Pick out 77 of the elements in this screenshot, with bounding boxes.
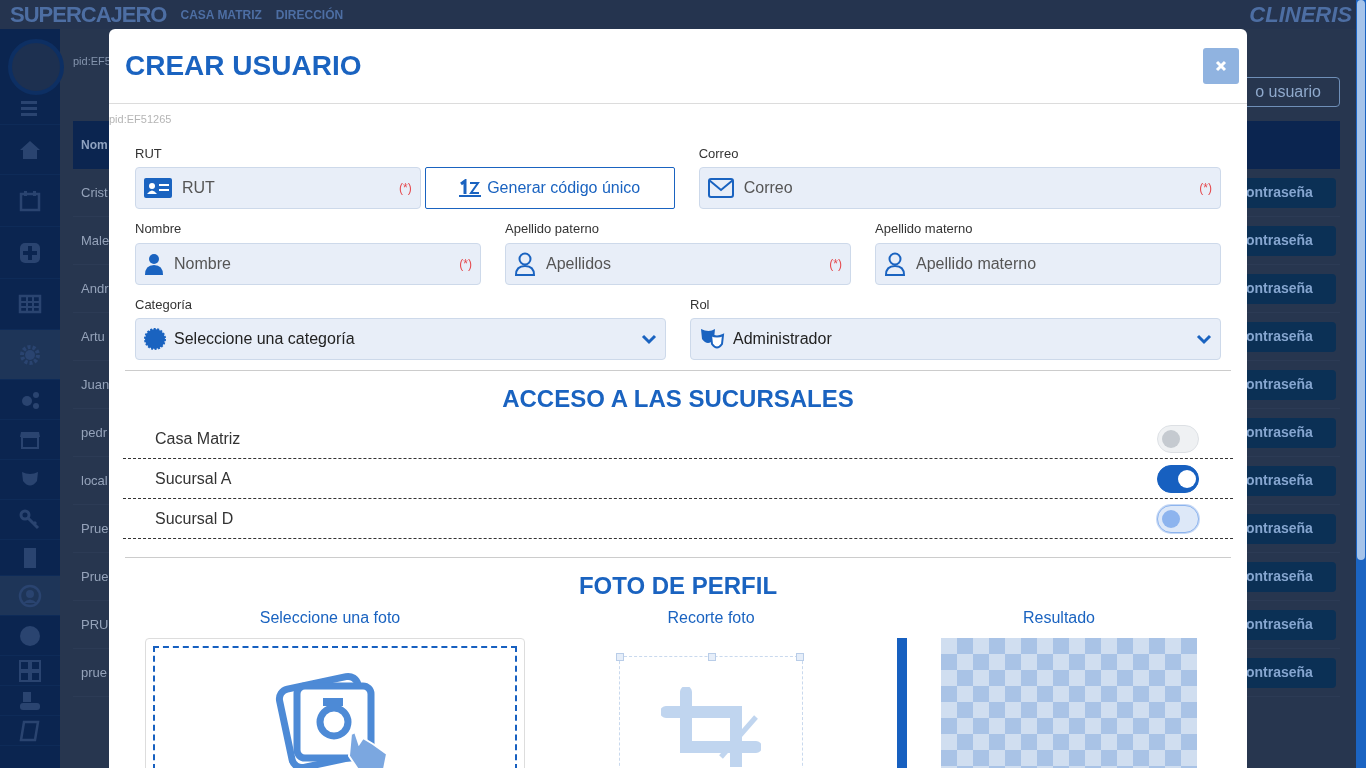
text-input[interactable]: Apellidos [544, 250, 822, 277]
branch-label: Sucursal D [155, 508, 234, 529]
input-field[interactable]: Nombre (*) [135, 242, 481, 285]
field-label: Rol [690, 295, 711, 314]
grid-icon[interactable] [18, 292, 42, 316]
table-cell-text: Juan [81, 375, 110, 394]
column-label: Seleccione una foto [258, 608, 402, 628]
table-cell-text: Crist [81, 183, 108, 202]
scrollbar-thumb[interactable] [1357, 0, 1365, 560]
required-mark: (*) [399, 180, 412, 197]
required-mark: (*) [829, 255, 842, 273]
numbers-icon [459, 179, 482, 197]
app-title: SUPERCAJERO [10, 3, 167, 26]
column-label: Resultado [1021, 608, 1096, 628]
field-label: RUT [135, 144, 163, 163]
close-button[interactable] [1203, 48, 1239, 84]
letter-blocks-icon[interactable] [18, 658, 42, 683]
chevron-down-icon [641, 333, 657, 345]
page-id-label: pid:EF5 [73, 55, 111, 67]
required-mark: (*) [1199, 180, 1212, 197]
branch-label: Sucursal A [155, 468, 232, 489]
crop-area[interactable] [619, 656, 803, 768]
scrollbar-track[interactable] [1356, 0, 1366, 768]
table-cell-text: Prue [81, 519, 109, 538]
generate-code-button[interactable]: Generar código único [424, 167, 675, 209]
text-input[interactable]: Apellido materno [914, 250, 1212, 277]
text-input[interactable]: Correo [741, 175, 1192, 201]
crop-handle[interactable] [616, 653, 624, 661]
user-icon [144, 252, 164, 275]
branch-label: Casa Matriz [155, 428, 241, 449]
close-icon [1215, 60, 1227, 72]
field-label: Correo [698, 144, 740, 163]
table-cell-text: Prue [81, 567, 109, 586]
key-icon[interactable] [18, 507, 42, 532]
badge-icon [144, 328, 166, 350]
input-field[interactable]: RUT (*) [135, 167, 421, 209]
table-cell-text: pedr [81, 423, 108, 442]
crop-handle[interactable] [796, 653, 804, 661]
calendar-icon[interactable] [18, 188, 42, 213]
field-label: Categoría [135, 295, 194, 314]
envelope-icon [707, 178, 734, 198]
crop-handle[interactable] [708, 653, 716, 661]
input-field[interactable]: Apellido materno [875, 242, 1221, 285]
page-id-label: pid:EF51265 [109, 112, 173, 127]
logo-text: CLINERIS [1249, 1, 1352, 29]
toggle-switch[interactable] [1157, 464, 1199, 493]
table-cell-text: prue [81, 663, 108, 682]
table-cell-text: PRU [81, 615, 109, 634]
table-cell-text: local [81, 471, 108, 490]
input-field[interactable]: Apellidos (*) [505, 242, 851, 285]
field-label: Nombre [135, 220, 183, 238]
field-label: Apellido paterno [505, 220, 600, 238]
required-mark: (*) [459, 255, 472, 273]
chevron-down-icon [1196, 333, 1212, 345]
section-title: ACCESO A LAS SUCURSALES [501, 387, 855, 411]
table-cell-text: Andr [81, 279, 109, 298]
plus-icon[interactable] [18, 240, 42, 265]
table-cell-text: Male [81, 231, 110, 250]
select-field[interactable]: Seleccione una categoría [135, 318, 666, 360]
column-header: Nom [81, 137, 108, 154]
select-field[interactable]: Administrador [690, 318, 1221, 360]
modal-title: CREAR USUARIO [125, 49, 362, 83]
user-outline-icon [514, 251, 536, 276]
user-icon[interactable] [18, 583, 42, 608]
crop-icon [661, 687, 761, 767]
user-outline-icon [884, 251, 906, 276]
avatar-circle[interactable] [8, 39, 64, 95]
field-label: Apellido materno [875, 220, 974, 238]
upload-area[interactable] [145, 638, 525, 768]
column-label: Recorte foto [666, 608, 756, 628]
section-title: FOTO DE PERFIL [577, 574, 779, 598]
input-field[interactable]: Correo (*) [698, 167, 1221, 209]
toggle-switch[interactable] [1157, 504, 1199, 533]
text-input[interactable]: RUT [180, 175, 391, 201]
table-cell-text: Artu [81, 327, 105, 346]
id-card-icon [144, 178, 172, 198]
text-input[interactable]: Nombre [172, 250, 452, 277]
